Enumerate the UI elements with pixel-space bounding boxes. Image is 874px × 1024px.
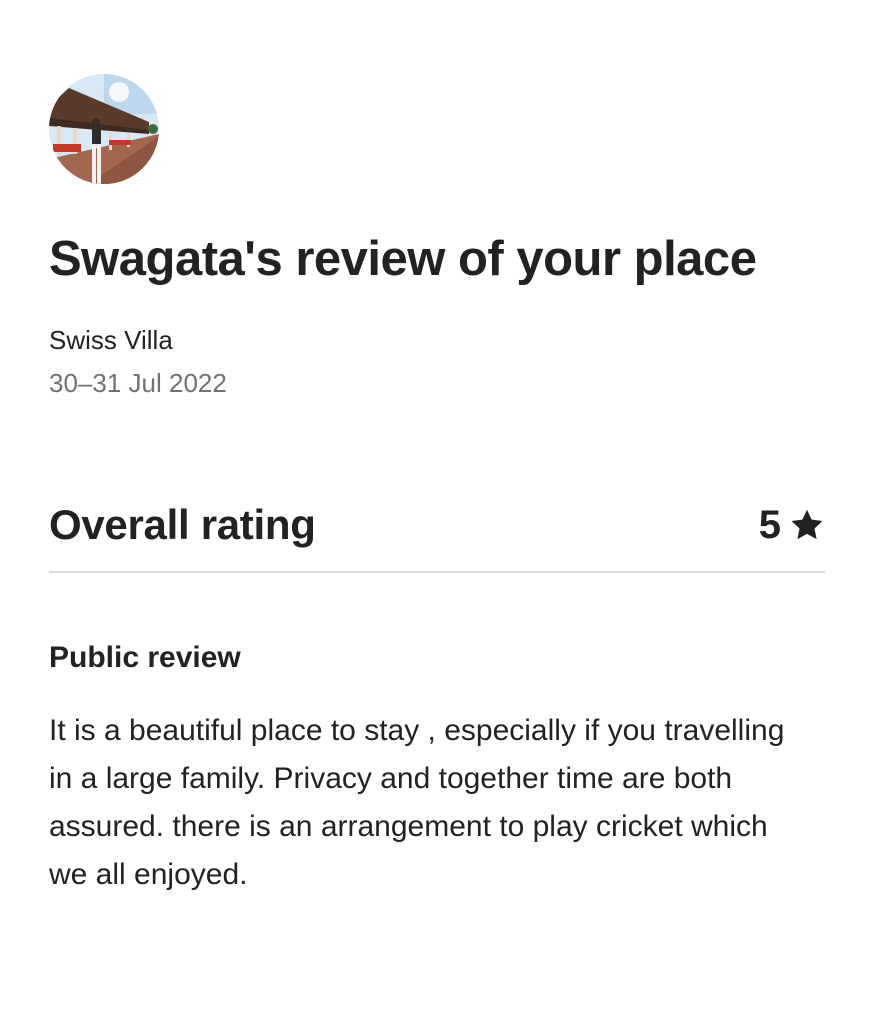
overall-rating-label: Overall rating: [49, 501, 316, 549]
page-title: Swagata's review of your place: [49, 232, 757, 286]
overall-rating-value: 5: [759, 503, 825, 548]
star-icon: [789, 507, 825, 543]
review-page: Swagata's review of your place Swiss Vil…: [49, 74, 825, 899]
stay-dates: 30–31 Jul 2022: [49, 367, 227, 398]
listing-name: Swiss Villa: [49, 324, 173, 355]
rating-number: 5: [758, 502, 781, 547]
overall-rating-row: Overall rating 5: [49, 495, 825, 555]
divider: [49, 571, 825, 574]
public-review-heading: Public review: [49, 641, 241, 675]
avatar[interactable]: [49, 74, 159, 184]
public-review-text: It is a beautiful place to stay , especi…: [49, 714, 785, 892]
